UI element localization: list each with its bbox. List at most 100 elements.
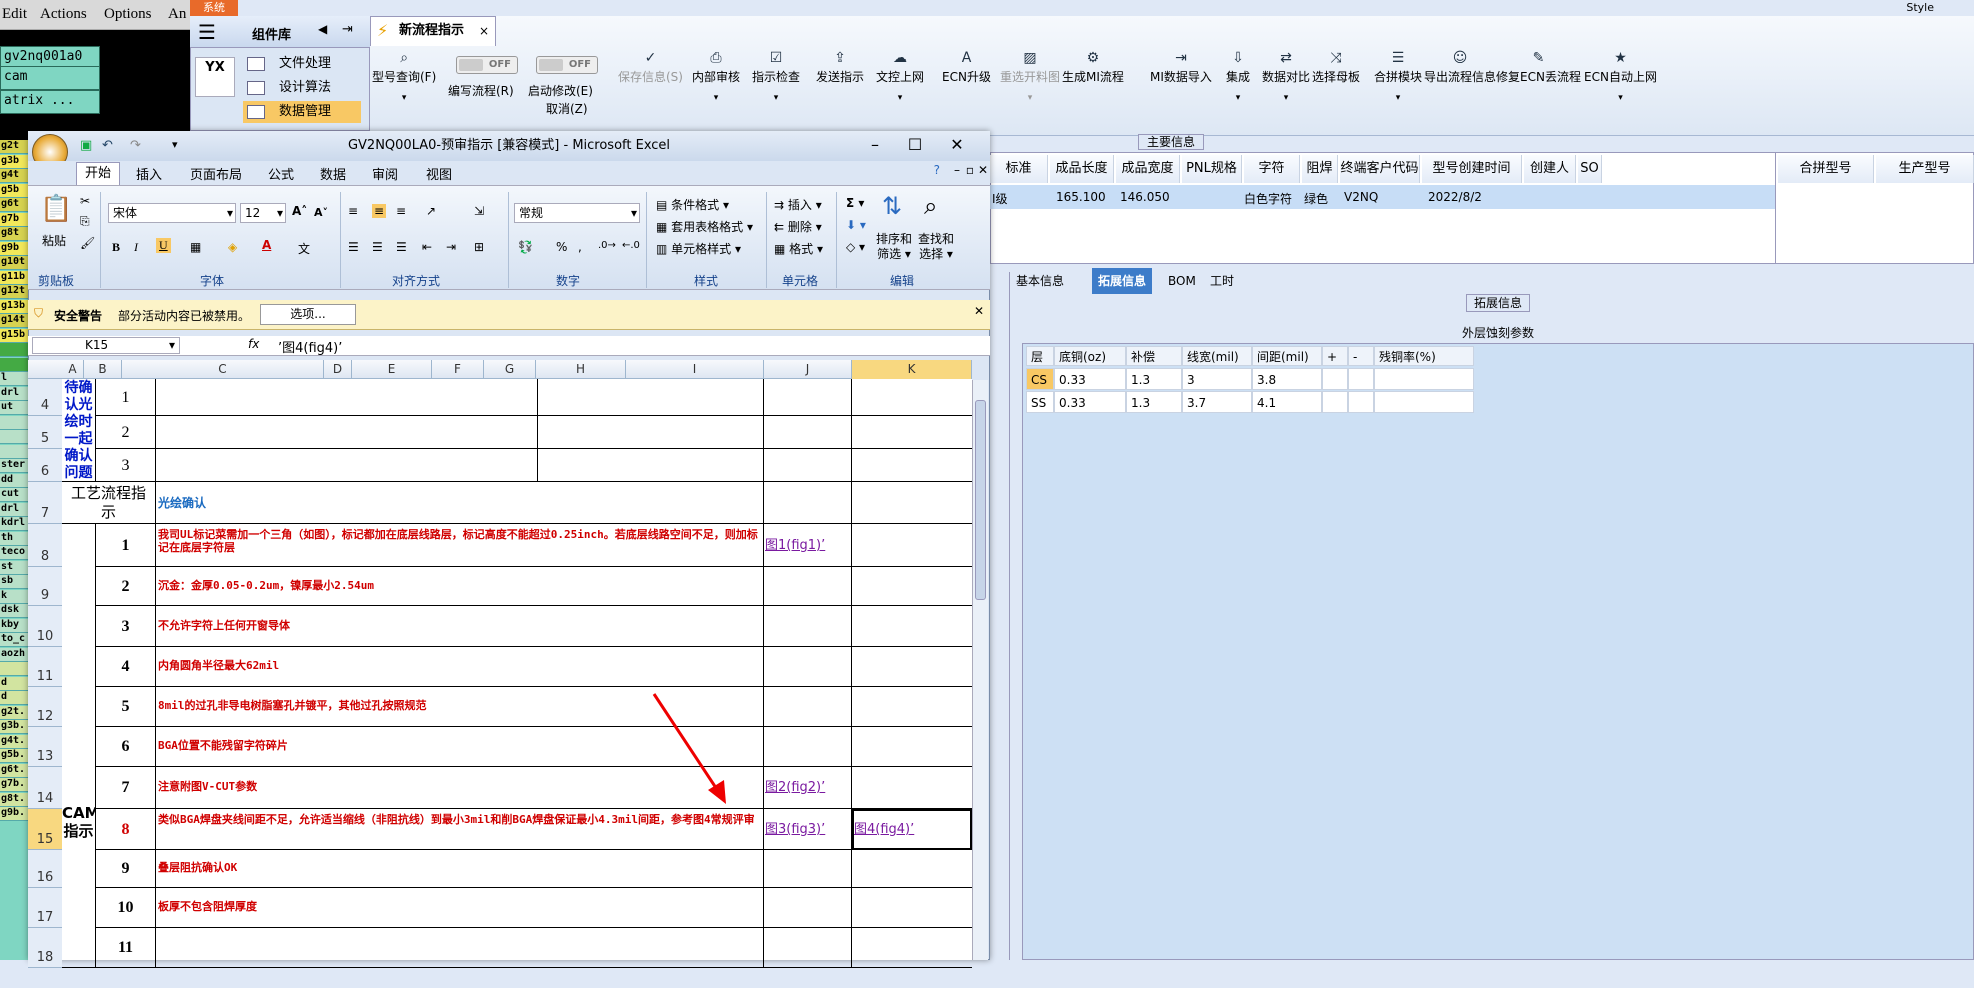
increase-decimal-icon[interactable]: .0→ [598,240,616,251]
row-header[interactable]: 6 [28,449,62,482]
cam-layer-item[interactable]: dsk [0,604,28,618]
item-text[interactable]: 类似BGA焊盘夹线间距不足，允许适当缩线（非阻抗线）到最小3mil和削BGA焊盘… [156,809,764,850]
tab-bom[interactable]: BOM [1162,268,1202,294]
etch-cell[interactable]: CS [1026,368,1054,390]
toolbar-button[interactable]: ⇩ 集成 ▾ [1226,50,1250,103]
item-link-j[interactable] [764,928,852,968]
help-icon[interactable]: ? [934,163,940,177]
confirm-num[interactable]: 2 [96,416,156,449]
toolbar-button[interactable]: ☰ 合拼模块 ▾ [1374,50,1422,103]
item-link-k[interactable] [852,850,972,888]
item-link-k[interactable] [852,767,972,809]
item-num[interactable]: 5 [96,687,156,727]
etch-cell[interactable]: 1.3 [1126,391,1182,413]
confirm-j-cell[interactable] [764,449,852,482]
etch-cell[interactable]: 3 [1182,368,1252,390]
item-link-k[interactable]: 图4(fig4)’ [852,809,972,850]
tab-review[interactable]: 审阅 [372,164,398,183]
etch-cell[interactable]: 0.33 [1054,368,1126,390]
cam-layer-item[interactable]: drl [0,502,28,517]
row-header[interactable]: 17 [28,888,62,928]
menu-actions[interactable]: Actions [40,6,87,23]
nav-pin-icon[interactable]: ⇥ [342,22,353,37]
sort-filter-icon[interactable]: ⇅ [882,192,902,220]
confirm-k-cell[interactable] [852,449,972,482]
underline-button[interactable]: U [156,238,171,253]
cam-layer-item[interactable]: g15b [0,328,28,343]
name-box[interactable]: K15 ▾ [32,337,180,354]
toolbar-button[interactable]: ☑ 指示检查 ▾ [752,50,800,103]
cam-layer-item[interactable]: g9b. [0,807,28,821]
menu-edit[interactable]: Edit [2,6,27,23]
nav-item-data-management[interactable]: 数据管理 [243,101,361,123]
confirm-c-cell[interactable] [156,449,538,482]
item-text[interactable]: 叠层阻抗确认OK [156,850,764,888]
toolbar-button-label[interactable]: 编写流程(R) [448,82,514,99]
close-window-button[interactable]: ✕ [942,134,972,156]
item-link-j[interactable] [764,687,852,727]
toggle-switch[interactable]: OFF [456,56,518,74]
doc-tab-new-process[interactable]: ⚡ 新流程指示 × [370,16,496,46]
nav-item-design-algorithm[interactable]: 设计算法 [243,77,361,99]
cam-layer-item[interactable]: g7b. [0,778,28,792]
row-header[interactable]: 11 [28,647,62,687]
menu-options[interactable]: Options [104,6,152,23]
align-middle-icon[interactable]: ≡ [372,204,387,218]
grow-font-icon[interactable]: A˄ [292,204,307,218]
comma-icon[interactable]: , [578,240,582,254]
confirm-k-cell[interactable] [852,379,972,416]
fx-button[interactable]: fx [248,337,259,351]
tab-data[interactable]: 数据 [320,164,346,183]
decrease-indent-icon[interactable]: ⇤ [422,240,432,254]
cam-layer-item[interactable] [0,430,28,444]
item-link-k[interactable] [852,567,972,606]
confirm-k-cell[interactable] [852,416,972,449]
hamburger-icon[interactable]: ☰ [198,20,216,44]
confirm-num[interactable]: 1 [96,379,156,416]
cam-layer-item[interactable]: g7b [0,212,28,227]
orientation-icon[interactable]: ↗ [426,204,436,218]
grid-header[interactable]: PNL规格 [1182,155,1242,183]
scroll-thumb[interactable] [975,400,986,600]
tab-formulas[interactable]: 公式 [268,164,294,183]
row-header[interactable]: 15 [28,809,62,850]
tab-page-layout[interactable]: 页面布局 [190,164,242,183]
item-num[interactable]: 1 [96,524,156,567]
cam-layer-item[interactable]: d [0,691,28,705]
cam-layer-item[interactable]: g9b [0,241,28,256]
grid-header[interactable]: 阻焊 [1302,155,1338,183]
item-link-j[interactable] [764,727,852,767]
tab-work-hours[interactable]: 工时 [1204,268,1240,294]
paste-button[interactable]: 粘贴 [42,232,66,249]
menu-an[interactable]: An [168,6,186,23]
cam-layer-item[interactable]: g8t. [0,792,28,807]
grid-header[interactable]: 型号创建时间 [1422,155,1522,183]
item-link-k[interactable] [852,647,972,687]
copy-icon[interactable]: ⎘ [80,214,90,229]
close-icon[interactable]: × [479,17,489,45]
etch-cell[interactable] [1322,391,1348,413]
item-text[interactable] [156,928,764,968]
grid-cell[interactable]: 白色字符 [1244,190,1292,207]
item-num[interactable]: 10 [96,888,156,928]
cam-layer-item[interactable]: st [0,560,28,575]
item-text[interactable]: 8mil的过孔非导电树脂塞孔并镀平，其他过孔按照规范 [156,687,764,727]
wrap-text-icon[interactable]: ⇲ [474,204,484,218]
nav-collapse-icon[interactable]: ◀ [318,22,327,36]
formula-input[interactable]: ’图4(fig4)’ [274,337,974,356]
item-text[interactable]: BGA位置不能残留字符碎片 [156,727,764,767]
item-text[interactable]: 内角圆角半径最大62mil [156,647,764,687]
selected-grid-row[interactable] [990,185,1775,209]
grid-cell[interactable]: 2022/8/2 [1428,190,1482,204]
insert-cells-button[interactable]: ⇉ 插入 ▾ [774,196,822,213]
grid-header[interactable]: 标准 [990,155,1048,183]
font-name-combo[interactable]: 宋体 ▾ [108,203,236,223]
security-options-button[interactable]: 选项... [260,304,356,325]
align-right-icon[interactable]: ☰ [396,240,407,254]
column-header[interactable]: K [852,360,972,379]
etch-cell[interactable] [1374,368,1474,390]
cam-layer-item[interactable]: g11b [0,270,28,285]
grid-header[interactable]: 创建人 [1524,155,1576,183]
cam-layer-item[interactable]: g13b [0,299,28,314]
confirm-c-cell[interactable] [156,416,538,449]
